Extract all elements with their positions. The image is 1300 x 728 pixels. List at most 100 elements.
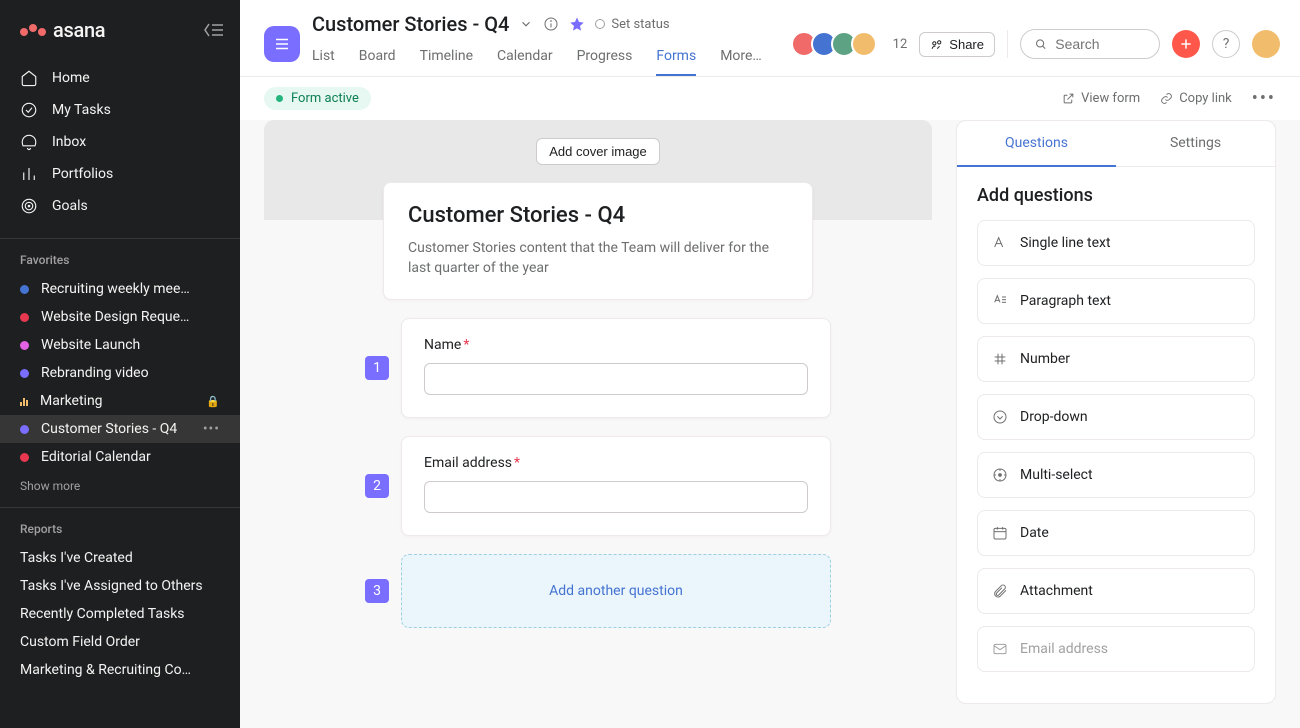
header-tab[interactable]: Timeline bbox=[420, 42, 473, 76]
report-item[interactable]: Marketing & Recruiting Co… bbox=[0, 656, 240, 684]
favorite-item[interactable]: Website Design Reque… bbox=[0, 303, 240, 331]
question-label: Email address* bbox=[424, 455, 808, 471]
sidepanel-tab[interactable]: Settings bbox=[1116, 121, 1275, 167]
question-card[interactable]: Name* bbox=[401, 318, 831, 418]
form-header-card[interactable]: Customer Stories - Q4 Customer Stories c… bbox=[383, 182, 813, 300]
question-type-item[interactable]: Attachment bbox=[977, 568, 1255, 614]
add-another-question-button[interactable]: Add another question bbox=[401, 554, 831, 628]
question-type-icon bbox=[992, 583, 1008, 599]
user-avatar[interactable] bbox=[1252, 30, 1280, 58]
favorites-show-more[interactable]: Show more bbox=[0, 471, 240, 501]
nav-portfolios[interactable]: Portfolios bbox=[0, 158, 240, 190]
question-type-label: Multi-select bbox=[1020, 467, 1093, 483]
nav-inbox[interactable]: Inbox bbox=[0, 126, 240, 158]
question-type-item[interactable]: Paragraph text bbox=[977, 278, 1255, 324]
question-type-item: Email address bbox=[977, 626, 1255, 672]
favorite-item[interactable]: Recruiting weekly mee… bbox=[0, 275, 240, 303]
question-type-icon bbox=[992, 351, 1008, 367]
star-icon[interactable] bbox=[569, 16, 585, 32]
report-item[interactable]: Custom Field Order bbox=[0, 628, 240, 656]
status-ring-icon bbox=[595, 19, 605, 29]
favorite-item[interactable]: Editorial Calendar bbox=[0, 443, 240, 471]
report-item[interactable]: Tasks I've Assigned to Others bbox=[0, 572, 240, 600]
member-count: 12 bbox=[893, 37, 908, 52]
add-questions-heading: Add questions bbox=[977, 185, 1255, 206]
help-button[interactable]: ? bbox=[1212, 30, 1240, 58]
share-button[interactable]: Share bbox=[919, 32, 995, 57]
set-status-button[interactable]: Set status bbox=[595, 17, 669, 32]
info-icon[interactable] bbox=[543, 16, 559, 32]
header-tab[interactable]: Progress bbox=[577, 42, 633, 76]
question-type-label: Drop-down bbox=[1020, 409, 1088, 425]
question-type-item[interactable]: Number bbox=[977, 336, 1255, 382]
add-cover-image-button[interactable]: Add cover image bbox=[536, 138, 660, 165]
favorite-label: Editorial Calendar bbox=[41, 449, 220, 465]
header-tab[interactable]: Calendar bbox=[497, 42, 553, 76]
favorite-label: Website Launch bbox=[41, 337, 220, 353]
favorite-item[interactable]: Website Launch bbox=[0, 331, 240, 359]
nav-home[interactable]: Home bbox=[0, 62, 240, 94]
sidebar: asana Home My Tasks Inbox Portfolios bbox=[0, 0, 240, 728]
question-number: 2 bbox=[365, 474, 389, 498]
report-item[interactable]: Recently Completed Tasks bbox=[0, 600, 240, 628]
question-input[interactable] bbox=[424, 481, 808, 513]
search-input[interactable] bbox=[1020, 29, 1160, 59]
question-type-icon bbox=[992, 467, 1008, 483]
color-dot-icon bbox=[20, 453, 29, 462]
question-card[interactable]: Email address* bbox=[401, 436, 831, 536]
project-icon bbox=[264, 26, 300, 62]
question-type-item[interactable]: Date bbox=[977, 510, 1255, 556]
favorite-label: Rebranding video bbox=[41, 365, 220, 381]
more-actions-button[interactable]: ••• bbox=[1252, 88, 1276, 109]
question-type-label: Number bbox=[1020, 351, 1070, 367]
brand-name: asana bbox=[53, 18, 105, 42]
required-indicator: * bbox=[514, 455, 520, 471]
nav-goals[interactable]: Goals bbox=[0, 190, 240, 222]
favorite-item[interactable]: Marketing 🔒 bbox=[0, 387, 240, 415]
color-dot-icon bbox=[20, 369, 29, 378]
question-type-label: Attachment bbox=[1020, 583, 1093, 599]
header-tab[interactable]: Board bbox=[359, 42, 396, 76]
header-tab[interactable]: Forms bbox=[656, 42, 696, 76]
question-type-item[interactable]: Drop-down bbox=[977, 394, 1255, 440]
nav-my-tasks[interactable]: My Tasks bbox=[0, 94, 240, 126]
favorite-item[interactable]: Customer Stories - Q4••• bbox=[0, 415, 240, 443]
add-button[interactable] bbox=[1172, 30, 1200, 58]
copy-link-button[interactable]: Copy link bbox=[1160, 91, 1232, 106]
form-title: Customer Stories - Q4 bbox=[408, 203, 788, 228]
header-tab[interactable]: List bbox=[312, 42, 335, 76]
sidepanel-tab[interactable]: Questions bbox=[957, 121, 1116, 167]
search-field[interactable] bbox=[1055, 36, 1145, 52]
form-status-chip: Form active bbox=[264, 87, 371, 110]
favorite-label: Marketing bbox=[40, 393, 194, 409]
question-type-item[interactable]: Multi-select bbox=[977, 452, 1255, 498]
question-types-panel: QuestionsSettings Add questions Single l… bbox=[956, 120, 1276, 704]
question-label: Name* bbox=[424, 337, 808, 353]
item-menu-icon[interactable]: ••• bbox=[203, 421, 220, 437]
chevron-down-icon[interactable] bbox=[519, 17, 533, 31]
question-type-icon bbox=[992, 641, 1008, 657]
question-input[interactable] bbox=[424, 363, 808, 395]
question-number: 3 bbox=[365, 579, 389, 603]
logo-mark-icon bbox=[20, 24, 46, 36]
color-dot-icon bbox=[20, 285, 29, 294]
collapse-sidebar-icon[interactable] bbox=[204, 23, 224, 37]
favorite-item[interactable]: Rebranding video bbox=[0, 359, 240, 387]
question-type-icon bbox=[992, 525, 1008, 541]
question-type-icon bbox=[992, 235, 1008, 251]
color-dot-icon bbox=[20, 341, 29, 350]
color-dot-icon bbox=[20, 313, 29, 322]
member-avatars[interactable] bbox=[791, 31, 877, 57]
bars-icon bbox=[20, 396, 28, 406]
question-type-item[interactable]: Single line text bbox=[977, 220, 1255, 266]
report-item[interactable]: Tasks I've Created bbox=[0, 544, 240, 572]
lock-icon: 🔒 bbox=[206, 395, 220, 408]
brand-logo[interactable]: asana bbox=[20, 18, 105, 42]
header-tab[interactable]: More… bbox=[720, 42, 762, 76]
status-dot-icon bbox=[276, 95, 283, 102]
form-description: Customer Stories content that the Team w… bbox=[408, 238, 788, 279]
project-title: Customer Stories - Q4 bbox=[312, 12, 509, 36]
project-header: Customer Stories - Q4 Set status List Boa… bbox=[240, 0, 1300, 77]
question-type-icon bbox=[992, 293, 1008, 309]
view-form-link[interactable]: View form bbox=[1062, 91, 1140, 106]
